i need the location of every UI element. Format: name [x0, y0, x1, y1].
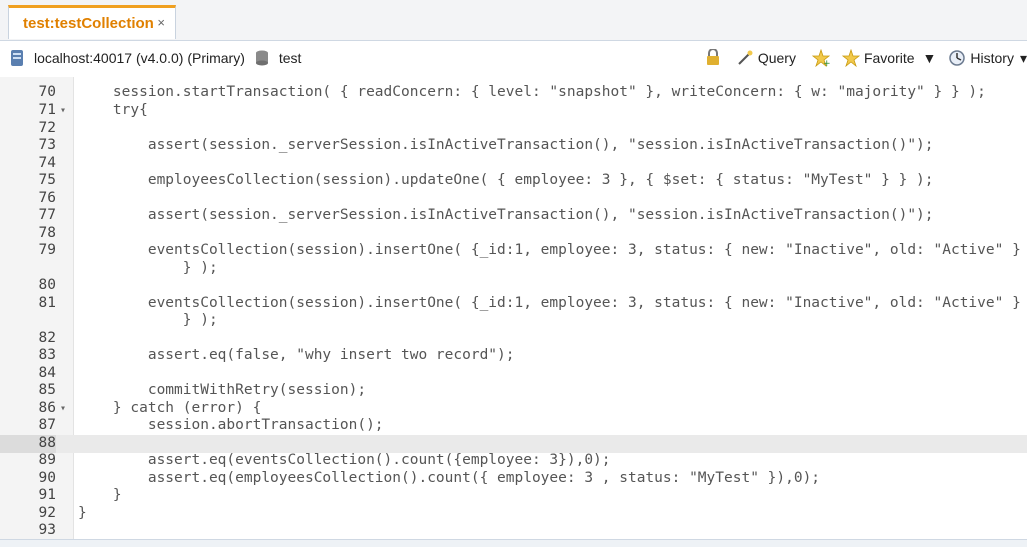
lock-icon[interactable]: [704, 48, 722, 67]
code-line[interactable]: 82: [0, 330, 1027, 348]
code-line[interactable]: 91 }: [0, 487, 1027, 505]
history-button[interactable]: History ▾: [948, 49, 1027, 67]
code-line[interactable]: 73 assert(session._serverSession.isInAct…: [0, 137, 1027, 155]
line-number: 74: [38, 155, 56, 171]
line-number: 90: [38, 470, 56, 486]
code-editor[interactable]: 70 session.startTransaction( { readConce…: [0, 77, 1027, 539]
toolbar: localhost:40017 (v4.0.0) (Primary) test …: [0, 41, 1027, 77]
line-number: 88: [0, 435, 56, 453]
line-number: 72: [38, 120, 56, 136]
code-line[interactable]: 75 employeesCollection(session).updateOn…: [0, 172, 1027, 190]
code-text: try{: [78, 102, 148, 118]
tab-test-collection[interactable]: test:testCollection ×: [8, 5, 176, 39]
code-text: assert.eq(employeesCollection().count({ …: [78, 470, 821, 486]
svg-text:+: +: [823, 59, 830, 67]
code-line[interactable]: } );: [0, 312, 1027, 330]
code-text: session.abortTransaction();: [78, 417, 384, 433]
line-number: 76: [38, 190, 56, 206]
star-icon: [841, 48, 861, 68]
code-line[interactable]: 70 session.startTransaction( { readConce…: [0, 84, 1027, 102]
line-number: 80: [38, 277, 56, 293]
chevron-down-icon: ▾: [1019, 49, 1027, 66]
connection-label: localhost:40017 (v4.0.0) (Primary): [34, 50, 245, 66]
code-text: }: [78, 487, 122, 503]
code-text: } );: [78, 260, 218, 276]
database-label: test: [278, 50, 302, 66]
code-line[interactable]: } );: [0, 260, 1027, 278]
chevron-down-icon: ▼: [922, 50, 937, 66]
add-favorite-icon[interactable]: +: [811, 48, 831, 69]
code-line[interactable]: 78: [0, 225, 1027, 243]
code-line[interactable]: 88: [0, 435, 1027, 453]
fold-toggle-icon[interactable]: ▾: [60, 400, 66, 418]
code-text: } catch (error) {: [78, 400, 262, 416]
code-line[interactable]: 76: [0, 190, 1027, 208]
code-line[interactable]: 90 assert.eq(employeesCollection().count…: [0, 470, 1027, 488]
code-line[interactable]: 72: [0, 120, 1027, 138]
close-icon[interactable]: ×: [157, 15, 165, 30]
tab-title: test:testCollection: [23, 15, 154, 32]
code-line[interactable]: 81 eventsCollection(session).insertOne( …: [0, 295, 1027, 313]
code-line[interactable]: 92}: [0, 505, 1027, 523]
code-text: employeesCollection(session).updateOne( …: [78, 172, 934, 188]
favorite-button[interactable]: Favorite ▼: [841, 48, 937, 68]
code-line[interactable]: 87 session.abortTransaction();: [0, 417, 1027, 435]
line-number: 78: [38, 225, 56, 241]
code-line[interactable]: 71 ▾ try{: [0, 102, 1027, 120]
code-line[interactable]: 89 assert.eq(eventsCollection().count({e…: [0, 452, 1027, 470]
history-icon: [948, 49, 966, 67]
line-number: 84: [38, 365, 56, 381]
line-number: 79: [38, 242, 56, 258]
code-text: }: [78, 505, 87, 521]
code-line[interactable]: 77 assert(session._serverSession.isInAct…: [0, 207, 1027, 225]
code-text: assert.eq(eventsCollection().count({empl…: [78, 452, 611, 468]
database-icon: [253, 49, 271, 67]
code-line[interactable]: 80: [0, 277, 1027, 295]
line-number: 85: [38, 382, 56, 398]
line-number: 73: [38, 137, 56, 153]
code-line[interactable]: 86 ▾ } catch (error) {: [0, 400, 1027, 418]
line-number: 83: [38, 347, 56, 363]
line-number: 91: [38, 487, 56, 503]
line-number: 81: [38, 295, 56, 311]
code-text: assert(session._serverSession.isInActive…: [78, 207, 934, 223]
line-number: 70: [38, 84, 56, 100]
line-number: 93: [38, 522, 56, 538]
line-number: 87: [38, 417, 56, 433]
tab-bar: test:testCollection ×: [0, 0, 1027, 41]
query-button[interactable]: Query: [736, 49, 796, 67]
code-line[interactable]: 93: [0, 522, 1027, 539]
code-text: eventsCollection(session).insertOne( {_i…: [78, 242, 1021, 258]
line-number: 86: [38, 400, 56, 416]
server-icon: [8, 49, 26, 67]
line-number: 77: [38, 207, 56, 223]
code-line[interactable]: 83 assert.eq(false, "why insert two reco…: [0, 347, 1027, 365]
line-number: 75: [38, 172, 56, 188]
magic-wand-icon: [736, 49, 754, 67]
line-number: 89: [38, 452, 56, 468]
code-text: eventsCollection(session).insertOne( {_i…: [78, 295, 1021, 311]
code-text: assert.eq(false, "why insert two record"…: [78, 347, 515, 363]
code-line[interactable]: 84: [0, 365, 1027, 383]
fold-toggle-icon[interactable]: ▾: [60, 102, 66, 120]
line-number: 92: [38, 505, 56, 521]
code-text: session.startTransaction( { readConcern:…: [78, 84, 986, 100]
code-text: } );: [78, 312, 218, 328]
code-line[interactable]: 74: [0, 155, 1027, 173]
code-line[interactable]: 79 eventsCollection(session).insertOne( …: [0, 242, 1027, 260]
line-number: 82: [38, 330, 56, 346]
line-number: 71: [38, 102, 56, 118]
code-text: assert(session._serverSession.isInActive…: [78, 137, 934, 153]
code-text: commitWithRetry(session);: [78, 382, 367, 398]
code-line[interactable]: 85 commitWithRetry(session);: [0, 382, 1027, 400]
